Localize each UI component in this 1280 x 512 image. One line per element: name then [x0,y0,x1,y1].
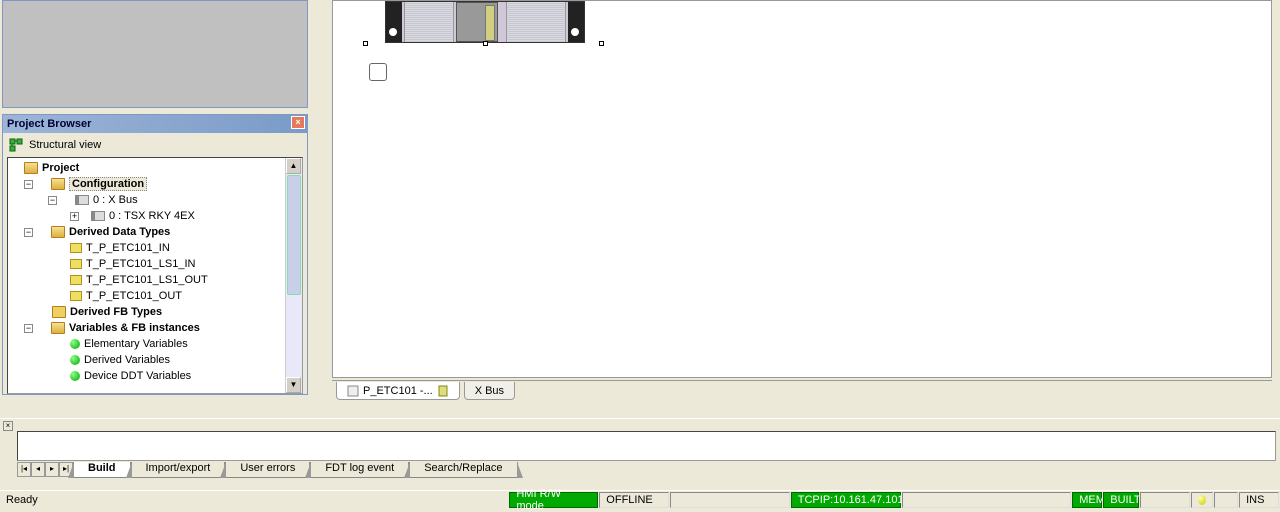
datatype-icon [70,243,82,253]
expand-icon[interactable]: + [70,212,79,221]
canvas-node[interactable] [369,63,387,81]
doc-tab-petc101[interactable]: P_ETC101 -... [336,382,460,400]
top-preview-panel [2,0,308,108]
tree-scrollbar[interactable]: ▲ ▼ [285,158,302,393]
tree-node-xbus[interactable]: −0 : X Bus [10,192,283,208]
document-icon [347,385,359,397]
project-browser-title-text: Project Browser [7,118,91,130]
rack-slot[interactable] [506,2,566,42]
tree-node-vfb[interactable]: −Variables & FB instances [10,320,283,336]
tab-nav-next-icon[interactable]: ▸ [45,462,59,477]
bus-icon [75,195,89,205]
status-tcpip: TCPIP:10.161.47.101 [791,492,901,508]
tree-node-project[interactable]: Project [10,160,283,176]
tree-node-v2[interactable]: Derived Variables [10,352,283,368]
tree-node-v3[interactable]: Device DDT Variables [10,368,283,384]
collapse-icon[interactable]: − [48,196,57,205]
datatype-icon [70,259,82,269]
document-tab-bar: P_ETC101 -... X Bus [332,380,1272,400]
output-tab-fdt-log[interactable]: FDT log event [310,462,409,478]
tree-container: Project −Configuration −0 : X Bus +0 : T… [7,157,303,394]
status-connection: OFFLINE [599,492,669,508]
folder-icon [51,178,65,190]
doc-tab-xbus[interactable]: X Bus [464,382,515,400]
datatype-icon [70,275,82,285]
project-browser-panel: Project Browser × Structural view Projec… [2,114,308,395]
status-empty-4 [1214,492,1238,508]
status-empty-3 [1140,492,1190,508]
status-mem: MEM [1072,492,1102,508]
tree-node-tsx[interactable]: +0 : TSX RKY 4EX [10,208,283,224]
status-ready: Ready [0,492,508,508]
tab-nav-first-icon[interactable]: |◂ [17,462,31,477]
rack-endcap-left [386,2,402,42]
view-toolbar: Structural view [3,133,307,157]
output-pane: × |◂ ◂ ▸ ▸| Build Import/export User err… [0,418,1280,480]
output-body[interactable] [17,431,1276,461]
scroll-down-icon[interactable]: ▼ [286,377,301,393]
status-empty-1 [670,492,790,508]
rack-icon [91,211,105,221]
tree-node-dt1[interactable]: T_P_ETC101_IN [10,240,283,256]
folder-icon [24,162,38,174]
view-label: Structural view [29,139,101,151]
folder-icon [52,306,66,318]
status-built: BUILT [1103,492,1139,508]
status-bar: Ready HMI R/W mode OFFLINE TCPIP:10.161.… [0,490,1280,508]
output-tab-import-export[interactable]: Import/export [131,462,226,478]
output-tab-build[interactable]: Build [73,462,131,478]
selection-handle[interactable] [599,41,604,46]
bus-canvas[interactable] [332,0,1272,378]
folder-icon [51,322,65,334]
project-tree[interactable]: Project −Configuration −0 : X Bus +0 : T… [8,158,285,393]
lightbulb-icon [1198,495,1206,505]
collapse-icon[interactable]: − [24,180,33,189]
selection-handle[interactable] [363,41,368,46]
status-hmi-mode: HMI R/W mode [509,492,598,508]
datatype-icon [70,291,82,301]
tree-node-ddt[interactable]: −Derived Data Types [10,224,283,240]
rack-cpu-module[interactable] [456,2,498,42]
status-empty-2 [902,492,1071,508]
rack-endcap-right [568,2,584,42]
tree-node-v1[interactable]: Elementary Variables [10,336,283,352]
tree-node-dfb[interactable]: Derived FB Types [10,304,283,320]
rack-device[interactable] [385,1,585,43]
collapse-icon[interactable]: − [24,228,33,237]
structural-view-icon[interactable] [9,138,23,152]
status-insert-mode: INS [1239,492,1279,508]
collapse-icon[interactable]: − [24,324,33,333]
project-browser-titlebar[interactable]: Project Browser × [3,115,307,133]
selection-handle[interactable] [483,41,488,46]
output-close-icon[interactable]: × [3,421,13,431]
tree-node-dt4[interactable]: T_P_ETC101_OUT [10,288,283,304]
output-tab-user-errors[interactable]: User errors [225,462,310,478]
status-hint[interactable] [1191,492,1213,508]
tab-nav-prev-icon[interactable]: ◂ [31,462,45,477]
tree-node-dt2[interactable]: T_P_ETC101_LS1_IN [10,256,283,272]
output-tab-search-replace[interactable]: Search/Replace [409,462,517,478]
close-icon[interactable]: × [291,116,305,129]
module-icon [437,385,449,397]
tree-node-dt3[interactable]: T_P_ETC101_LS1_OUT [10,272,283,288]
variable-icon [70,355,80,365]
tree-node-configuration[interactable]: −Configuration [10,176,283,192]
scroll-thumb[interactable] [287,175,301,295]
variable-icon [70,339,80,349]
rack-slot[interactable] [404,2,454,42]
output-tabs: |◂ ◂ ▸ ▸| Build Import/export User error… [17,461,1276,478]
folder-icon [51,226,65,238]
scroll-up-icon[interactable]: ▲ [286,158,301,174]
variable-icon [70,371,80,381]
